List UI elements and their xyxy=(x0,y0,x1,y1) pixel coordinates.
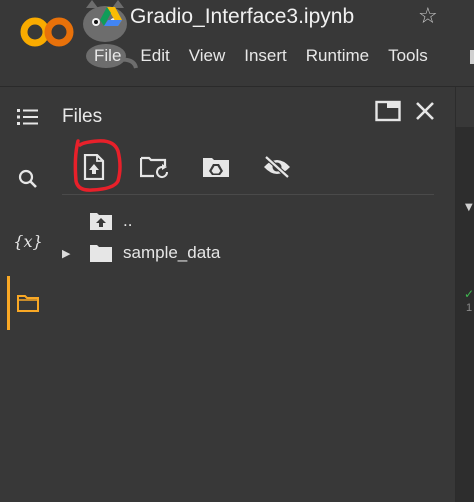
editor-area[interactable] xyxy=(456,127,474,502)
menu-view[interactable]: View xyxy=(189,46,226,68)
toggle-hidden-files-button[interactable] xyxy=(262,152,292,182)
refresh-folder-icon xyxy=(140,156,169,179)
header-divider xyxy=(0,86,474,87)
folder-icon xyxy=(17,295,39,312)
collapse-section-icon[interactable]: ▼ xyxy=(465,202,473,213)
star-icon[interactable]: ☆ xyxy=(418,4,438,29)
upload-highlight-circle xyxy=(73,139,122,192)
menu-bar: File Edit View Insert Runtime Tools xyxy=(94,46,447,68)
search-icon xyxy=(18,169,37,188)
panel-title: Files xyxy=(62,106,103,127)
folder-icon xyxy=(90,245,112,262)
tree-item-label: sample_data xyxy=(123,243,221,262)
menu-insert[interactable]: Insert xyxy=(244,46,287,68)
sidebar-item-search[interactable] xyxy=(8,159,48,199)
toolbar-divider xyxy=(62,194,434,195)
colab-logo[interactable] xyxy=(18,14,76,50)
sidebar-item-files[interactable] xyxy=(8,283,48,323)
notebook-title[interactable]: Gradio_Interface3.ipynb xyxy=(130,5,354,29)
tree-item-label: .. xyxy=(123,211,133,230)
menu-tools[interactable]: Tools xyxy=(388,46,428,68)
left-sidebar: {x} xyxy=(0,87,52,502)
variables-icon: {x} xyxy=(13,231,43,251)
sidebar-item-variables[interactable]: {x} xyxy=(8,221,48,261)
header: Gradio_Interface3.ipynb ☆ File Edit View… xyxy=(0,0,474,86)
expand-arrow-icon[interactable]: ▶ xyxy=(62,247,74,260)
cell-execution-count: 1 xyxy=(466,302,473,314)
open-in-tab-icon[interactable] xyxy=(375,100,401,122)
drive-folder-icon xyxy=(203,158,229,177)
mount-drive-button[interactable] xyxy=(201,152,231,182)
close-icon[interactable] xyxy=(414,100,436,122)
menu-runtime[interactable]: Runtime xyxy=(306,46,369,68)
eye-off-icon xyxy=(264,155,290,179)
menu-file[interactable]: File xyxy=(94,46,121,68)
parent-folder-upload-icon xyxy=(90,213,112,230)
refresh-button[interactable] xyxy=(140,152,170,182)
tree-item-sample-data[interactable]: ▶ sample_data xyxy=(62,240,220,266)
cell-success-check-icon: ✓ xyxy=(464,287,474,301)
menu-overflow-marker xyxy=(470,50,474,64)
menu-edit[interactable]: Edit xyxy=(140,46,169,68)
sidebar-item-table-of-contents[interactable] xyxy=(8,97,48,137)
colab-window: Gradio_Interface3.ipynb ☆ File Edit View… xyxy=(0,0,474,502)
google-drive-icon xyxy=(100,7,122,26)
tree-item-parent[interactable]: .. xyxy=(62,208,132,234)
list-icon xyxy=(17,109,38,125)
